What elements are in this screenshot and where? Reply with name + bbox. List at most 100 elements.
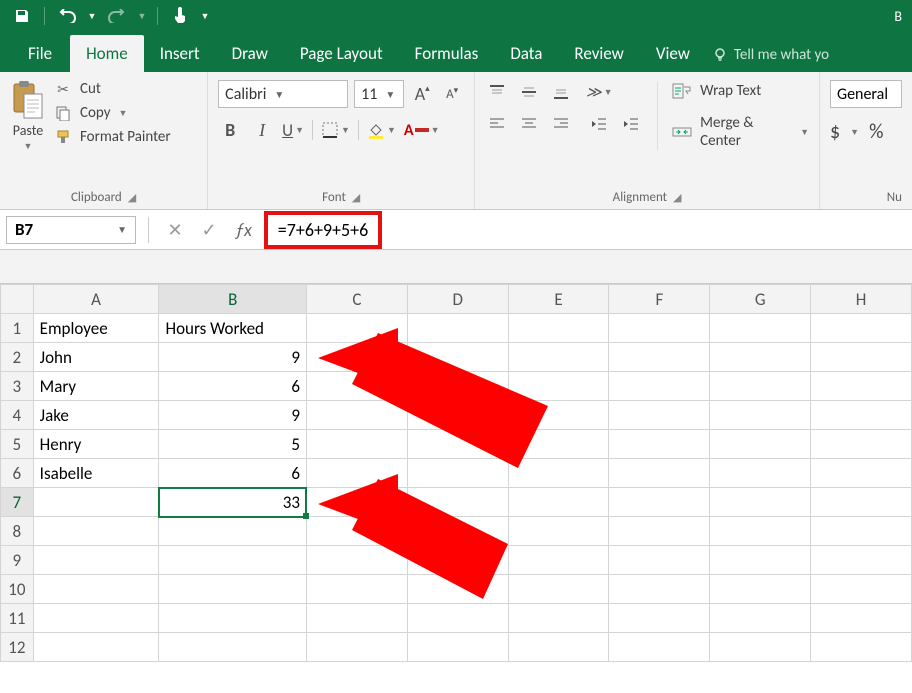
currency-button[interactable]: $ <box>830 120 840 144</box>
cell-H6[interactable] <box>811 459 912 488</box>
cell-A12[interactable] <box>33 633 159 662</box>
row-header-10[interactable]: 10 <box>1 575 34 604</box>
cell-D12[interactable] <box>407 633 508 662</box>
font-launcher-icon[interactable]: ◢ <box>352 191 360 204</box>
cell-G11[interactable] <box>710 604 811 633</box>
cell-A3[interactable]: Mary <box>33 372 159 401</box>
cell-A11[interactable] <box>33 604 159 633</box>
cell-F10[interactable] <box>609 575 710 604</box>
cell-E12[interactable] <box>508 633 609 662</box>
select-all-corner[interactable] <box>1 285 34 314</box>
cell-G3[interactable] <box>710 372 811 401</box>
align-middle-button[interactable] <box>517 82 541 102</box>
row-header-7[interactable]: 7 <box>1 488 34 517</box>
cell-H2[interactable] <box>811 343 912 372</box>
cell-A8[interactable] <box>33 517 159 546</box>
tab-insert[interactable]: Insert <box>144 35 216 72</box>
cell-E8[interactable] <box>508 517 609 546</box>
tab-data[interactable]: Data <box>494 35 558 72</box>
cell-A7[interactable] <box>33 488 159 517</box>
copy-button[interactable]: Copy ▼ <box>54 104 171 122</box>
col-header-B[interactable]: B <box>159 285 307 314</box>
cell-F1[interactable] <box>609 314 710 343</box>
col-header-H[interactable]: H <box>811 285 912 314</box>
cell-A4[interactable]: Jake <box>33 401 159 430</box>
cell-A5[interactable]: Henry <box>33 430 159 459</box>
cell-B2[interactable]: 9 <box>159 343 307 372</box>
touch-dropdown[interactable]: ▼ <box>198 2 212 30</box>
underline-button[interactable]: U▼ <box>282 120 304 141</box>
cell-E11[interactable] <box>508 604 609 633</box>
row-header-5[interactable]: 5 <box>1 430 34 459</box>
clipboard-launcher-icon[interactable]: ◢ <box>128 191 136 204</box>
align-right-button[interactable] <box>549 114 573 134</box>
col-header-E[interactable]: E <box>508 285 609 314</box>
alignment-launcher-icon[interactable]: ◢ <box>673 191 681 204</box>
cell-G6[interactable] <box>710 459 811 488</box>
cell-E10[interactable] <box>508 575 609 604</box>
cell-G5[interactable] <box>710 430 811 459</box>
cell-E7[interactable] <box>508 488 609 517</box>
cell-B3[interactable]: 6 <box>159 372 307 401</box>
font-name-combo[interactable]: Calibri▼ <box>218 80 348 108</box>
tab-draw[interactable]: Draw <box>216 35 284 72</box>
font-size-combo[interactable]: 11▼ <box>354 80 404 108</box>
cell-A1[interactable]: Employee <box>33 314 159 343</box>
cell-H11[interactable] <box>811 604 912 633</box>
cell-F11[interactable] <box>609 604 710 633</box>
cell-F8[interactable] <box>609 517 710 546</box>
cell-G9[interactable] <box>710 546 811 575</box>
format-painter-button[interactable]: Format Painter <box>54 128 171 146</box>
font-color-button[interactable]: A ▼ <box>404 121 440 140</box>
cell-B7[interactable]: 33 <box>159 488 307 517</box>
row-header-11[interactable]: 11 <box>1 604 34 633</box>
borders-button[interactable]: ▼ <box>321 121 350 139</box>
formula-input[interactable]: =7+6+9+5+6 <box>278 219 368 241</box>
cell-F2[interactable] <box>609 343 710 372</box>
tell-me-search[interactable]: Tell me what yo <box>706 38 835 72</box>
cell-C12[interactable] <box>306 633 407 662</box>
cell-G10[interactable] <box>710 575 811 604</box>
cell-B4[interactable]: 9 <box>159 401 307 430</box>
cell-F12[interactable] <box>609 633 710 662</box>
align-left-button[interactable] <box>485 114 509 134</box>
cell-H9[interactable] <box>811 546 912 575</box>
tab-home[interactable]: Home <box>70 35 144 72</box>
cell-D11[interactable] <box>407 604 508 633</box>
cell-F3[interactable] <box>609 372 710 401</box>
orientation-button[interactable]: ≫▼ <box>587 82 611 102</box>
cut-button[interactable]: ✂ Cut <box>54 80 171 98</box>
wrap-text-button[interactable]: Wrap Text <box>672 82 809 100</box>
col-header-C[interactable]: C <box>306 285 407 314</box>
tab-review[interactable]: Review <box>558 35 639 72</box>
merge-center-button[interactable]: Merge & Center ▼ <box>672 114 809 150</box>
number-format-combo[interactable]: General <box>830 80 902 108</box>
cell-F4[interactable] <box>609 401 710 430</box>
cell-H3[interactable] <box>811 372 912 401</box>
decrease-font-button[interactable]: A▾ <box>440 82 464 106</box>
tab-view[interactable]: View <box>640 35 706 72</box>
cell-B10[interactable] <box>159 575 307 604</box>
cell-A2[interactable]: John <box>33 343 159 372</box>
align-top-button[interactable] <box>485 82 509 102</box>
cell-B9[interactable] <box>159 546 307 575</box>
cell-G2[interactable] <box>710 343 811 372</box>
row-header-6[interactable]: 6 <box>1 459 34 488</box>
cell-B8[interactable] <box>159 517 307 546</box>
touch-mode-button[interactable] <box>166 2 194 30</box>
cancel-formula-button[interactable]: ✕ <box>161 216 189 244</box>
cell-G7[interactable] <box>710 488 811 517</box>
name-box[interactable]: B7▼ <box>6 216 136 244</box>
bold-button[interactable]: B <box>218 118 242 142</box>
redo-dropdown[interactable]: ▼ <box>135 2 149 30</box>
cell-H7[interactable] <box>811 488 912 517</box>
italic-button[interactable]: I <box>250 118 274 142</box>
cell-B6[interactable]: 6 <box>159 459 307 488</box>
enter-formula-button[interactable]: ✓ <box>195 216 223 244</box>
cell-G1[interactable] <box>710 314 811 343</box>
cell-G8[interactable] <box>710 517 811 546</box>
tab-file[interactable]: File <box>10 35 70 72</box>
cell-H5[interactable] <box>811 430 912 459</box>
cell-F7[interactable] <box>609 488 710 517</box>
cell-G4[interactable] <box>710 401 811 430</box>
